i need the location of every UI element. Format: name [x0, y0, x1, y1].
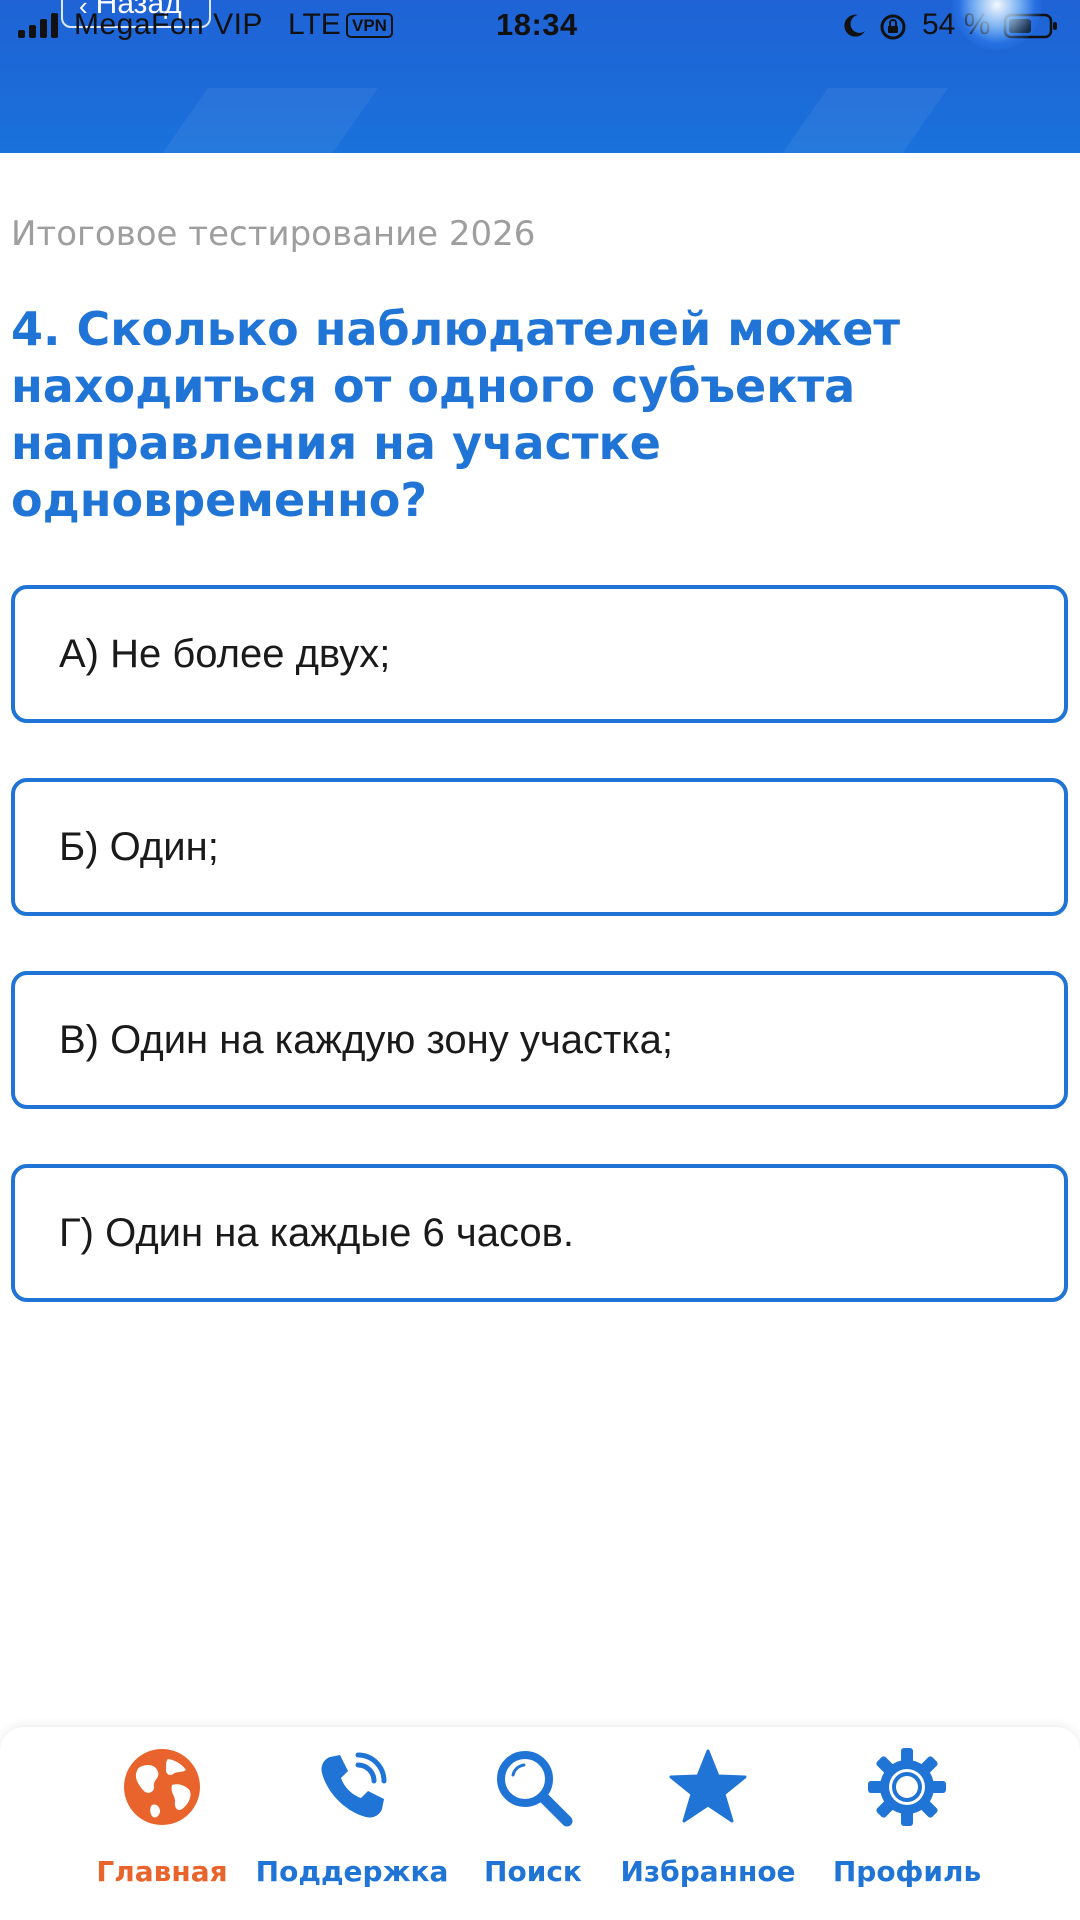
- rotation-lock-icon: [880, 14, 906, 40]
- search-icon: [497, 1751, 573, 1827]
- status-time: 18:34: [496, 7, 578, 42]
- answer-option-d[interactable]: Г) Один на каждые 6 часов.: [11, 1164, 1068, 1302]
- assistive-touch-icon[interactable]: [952, 0, 1042, 50]
- tab-search[interactable]: Поиск: [480, 1745, 586, 1905]
- header-decoration: [771, 88, 949, 153]
- answer-option-label: Г) Один на каждые 6 часов.: [59, 1210, 574, 1255]
- question-text: 4. Сколько наблюдателей может находиться…: [11, 302, 901, 527]
- status-bar: MegaFon VIP LTE VPN 18:34 54 %: [0, 0, 1080, 56]
- tab-label: Главная: [96, 1855, 228, 1888]
- phone-icon: [321, 1752, 387, 1818]
- test-subtitle: Итоговое тестирование 2026: [11, 214, 536, 254]
- tab-profile[interactable]: Профиль: [832, 1745, 982, 1905]
- header-decoration: [151, 88, 379, 153]
- tab-label: Поддержка: [255, 1855, 449, 1888]
- answer-option-label: Б) Один;: [59, 824, 219, 869]
- app-screen: ‹ Назад MegaFon VIP LTE VPN 18:34 54 %: [0, 0, 1080, 1920]
- star-icon: [669, 1749, 747, 1823]
- vpn-badge: VPN: [346, 13, 393, 38]
- answer-option-label: В) Один на каждую зону участка;: [59, 1017, 674, 1062]
- signal-strength-icon: [18, 12, 58, 38]
- gear-icon: [868, 1748, 946, 1826]
- globe-icon: [124, 1749, 200, 1825]
- tab-home[interactable]: Главная: [96, 1745, 228, 1905]
- answer-option-a[interactable]: А) Не более двух;: [11, 585, 1068, 723]
- app-header: ‹ Назад MegaFon VIP LTE VPN 18:34 54 %: [0, 0, 1080, 153]
- moon-icon: [844, 14, 865, 37]
- answer-option-c[interactable]: В) Один на каждую зону участка;: [11, 971, 1068, 1109]
- tab-support[interactable]: Поддержка: [256, 1745, 448, 1905]
- answer-option-label: А) Не более двух;: [59, 631, 391, 676]
- answer-option-b[interactable]: Б) Один;: [11, 778, 1068, 916]
- tab-label: Профиль: [832, 1855, 982, 1888]
- bottom-tab-bar: Главная Поддержка Поиск Избранное Профил…: [0, 1727, 1080, 1920]
- tab-favorites[interactable]: Избранное: [620, 1745, 796, 1905]
- tab-label: Поиск: [484, 1855, 582, 1888]
- network-type: LTE: [288, 8, 341, 41]
- tab-label: Избранное: [620, 1855, 796, 1888]
- carrier-name: MegaFon VIP: [74, 8, 263, 41]
